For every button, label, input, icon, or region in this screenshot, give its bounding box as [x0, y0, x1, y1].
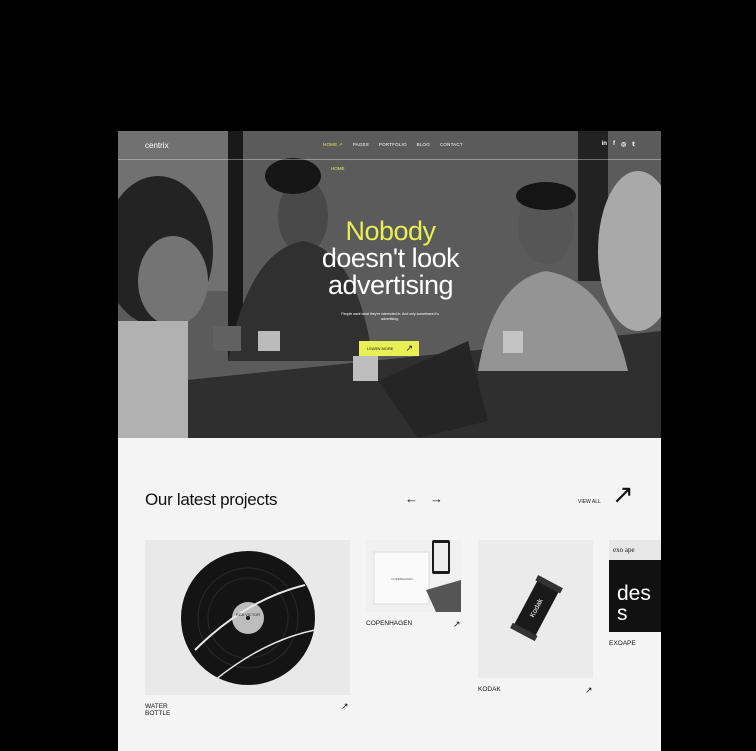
- arrow-up-right-icon[interactable]: ↗: [453, 619, 461, 630]
- project-image: exo ape des s: [609, 540, 661, 632]
- arrow-up-right-icon[interactable]: ↗: [585, 685, 593, 696]
- record-label: RCA VICTOR: [236, 612, 260, 617]
- menu-item-pages[interactable]: PAGES: [353, 142, 369, 148]
- hero-title-line-2: doesn't look: [321, 243, 460, 273]
- project-name: KODAK: [478, 686, 501, 693]
- hero-subtitle: People want what they're interested in. …: [341, 312, 439, 321]
- menu-item-contact[interactable]: CONTACT: [440, 142, 463, 148]
- top-navigation: centrix HOME ↗ PAGES PORTFOLIO BLOG CONT…: [118, 131, 661, 160]
- menu-item-home[interactable]: HOME ↗: [323, 142, 343, 148]
- social-links: in f ◎ 𝕥: [602, 141, 635, 148]
- hero-section: centrix HOME ↗ PAGES PORTFOLIO BLOG CONT…: [118, 131, 661, 438]
- vinyl-record-illustration: RCA VICTOR: [181, 551, 316, 685]
- arrow-up-right-icon[interactable]: ↗: [341, 701, 349, 712]
- notebook-label: COPENHAGEN: [391, 577, 412, 581]
- project-name: WATER BOTTLE: [145, 703, 171, 717]
- main-menu: HOME ↗ PAGES PORTFOLIO BLOG CONTACT: [323, 142, 463, 148]
- notebook-phone-illustration: COPENHAGEN: [373, 540, 461, 612]
- project-image: COPENHAGEN: [366, 540, 461, 612]
- arrow-right-icon[interactable]: →: [430, 491, 443, 506]
- project-image: RCA VICTOR: [145, 540, 350, 695]
- twitter-icon[interactable]: 𝕥: [632, 141, 635, 148]
- menu-item-blog[interactable]: BLOG: [417, 142, 430, 148]
- hero-title: Nobody doesn't look advertising: [258, 218, 523, 299]
- instagram-icon[interactable]: ◎: [621, 141, 626, 148]
- hero-title-line-3: advertising: [327, 270, 454, 300]
- menu-item-portfolio[interactable]: PORTFOLIO: [379, 142, 407, 148]
- learn-more-label: LEARN MORE: [367, 346, 394, 351]
- carousel-arrows: ← →: [405, 491, 443, 506]
- film-canister-illustration: Kodak: [510, 575, 563, 642]
- submenu-item-home[interactable]: HOME: [331, 166, 345, 171]
- learn-more-button[interactable]: LEARN MORE ↗: [359, 341, 419, 356]
- project-name: COPENHAGEN: [366, 620, 413, 627]
- hero-title-highlight: Nobody: [345, 216, 436, 246]
- facebook-icon[interactable]: f: [613, 141, 615, 148]
- exoape-logo: exo ape: [613, 546, 635, 554]
- project-name: EXOAPE: [609, 640, 636, 647]
- section-title: Our latest projects: [145, 490, 278, 509]
- arrow-up-right-icon: ↗: [405, 343, 413, 353]
- website-frame: centrix HOME ↗ PAGES PORTFOLIO BLOG CONT…: [118, 131, 661, 751]
- arrow-up-right-icon[interactable]: ↗: [612, 481, 634, 507]
- linkedin-icon[interactable]: in: [602, 141, 607, 148]
- logo[interactable]: centrix: [145, 141, 169, 150]
- arrow-left-icon[interactable]: ←: [405, 491, 418, 506]
- project-image: Kodak: [478, 540, 593, 678]
- view-all-link[interactable]: VIEW ALL: [578, 499, 601, 505]
- exoape-big-text: des s: [617, 582, 651, 625]
